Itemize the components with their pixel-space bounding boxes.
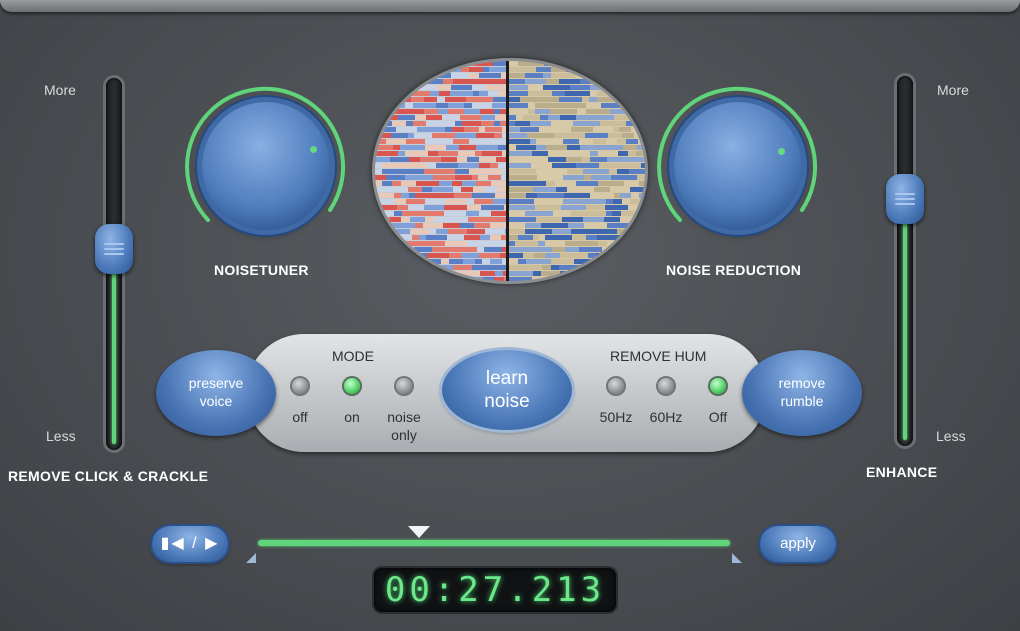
remove-click-crackle-thumb[interactable] bbox=[95, 224, 133, 274]
enhance-caption: ENHANCE bbox=[866, 464, 938, 480]
preserve-voice-line1: preserve bbox=[188, 375, 244, 391]
mode-title: MODE bbox=[332, 348, 374, 364]
noisetuner-label: NOISETUNER bbox=[214, 262, 309, 278]
time-display: 00:27.213 bbox=[374, 568, 616, 612]
mode-noise-only-label: noise only bbox=[387, 409, 421, 443]
top-bezel bbox=[0, 0, 1020, 12]
hum-60hz-label: 60Hz bbox=[649, 409, 683, 425]
mode-off-label: off bbox=[292, 409, 308, 425]
play-toggle-button[interactable]: ▮◀ / ▶ bbox=[152, 526, 228, 562]
right-slider-fill bbox=[903, 212, 907, 440]
spectrum-graphic bbox=[375, 61, 645, 281]
left-slider-fill bbox=[112, 270, 116, 444]
spectrum-display bbox=[372, 58, 648, 284]
learn-noise-line2: noise bbox=[484, 391, 530, 412]
skip-back-play-icon: ▮◀ / ▶ bbox=[160, 535, 220, 552]
range-start-marker[interactable] bbox=[246, 553, 256, 563]
hum-off-label: Off bbox=[708, 409, 728, 425]
mode-noise-only-led[interactable] bbox=[396, 378, 412, 394]
timeline-track[interactable] bbox=[258, 540, 730, 546]
hum-50hz-label: 50Hz bbox=[599, 409, 633, 425]
enhance-slider[interactable] bbox=[897, 76, 913, 446]
hum-50hz-led[interactable] bbox=[608, 378, 624, 394]
right-slider-less-label: Less bbox=[936, 428, 966, 444]
mode-on-led[interactable] bbox=[344, 378, 360, 394]
left-slider-less-label: Less bbox=[46, 428, 76, 444]
preserve-voice-line2: voice bbox=[199, 393, 233, 409]
remove-rumble-button[interactable]: remove rumble bbox=[742, 350, 862, 436]
noise-reduction-knob[interactable] bbox=[652, 80, 824, 252]
noise-reduction-label: NOISE REDUCTION bbox=[666, 262, 802, 278]
apply-button[interactable]: apply bbox=[760, 526, 836, 562]
learn-noise-button[interactable]: learn noise bbox=[442, 350, 572, 430]
playhead-marker[interactable] bbox=[408, 526, 430, 538]
mode-on-label: on bbox=[344, 409, 360, 425]
mode-panel: preserve voice remove rumble MODE off on… bbox=[156, 330, 862, 456]
noisetuner-knob[interactable] bbox=[180, 80, 352, 252]
remove-hum-title: REMOVE HUM bbox=[610, 348, 707, 364]
enhance-slider-thumb[interactable] bbox=[886, 174, 924, 224]
range-end-marker[interactable] bbox=[732, 553, 742, 563]
hum-60hz-led[interactable] bbox=[658, 378, 674, 394]
learn-noise-line1: learn bbox=[485, 368, 529, 389]
mode-off-led[interactable] bbox=[292, 378, 308, 394]
hum-off-led[interactable] bbox=[710, 378, 726, 394]
preserve-voice-button[interactable]: preserve voice bbox=[156, 350, 276, 436]
remove-click-crackle-caption: REMOVE CLICK & CRACKLE bbox=[8, 468, 209, 484]
left-slider-more-label: More bbox=[44, 82, 76, 98]
remove-rumble-line1: remove bbox=[778, 375, 826, 391]
remove-rumble-line2: rumble bbox=[780, 393, 824, 409]
right-slider-more-label: More bbox=[937, 82, 969, 98]
